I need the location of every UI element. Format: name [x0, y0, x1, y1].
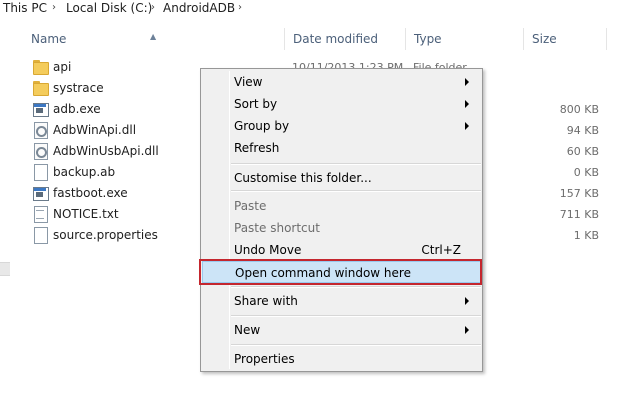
column-divider[interactable] — [606, 28, 607, 50]
menu-item-shortcut: Ctrl+Z — [421, 243, 461, 257]
menu-item-label: Undo Move — [234, 243, 302, 257]
navigation-pane-edge — [0, 16, 10, 370]
menu-item-label: Paste shortcut — [234, 221, 320, 235]
column-header-name[interactable]: Name ▲ — [22, 26, 284, 54]
menu-item-view[interactable]: View — [201, 71, 482, 93]
breadcrumb-separator-icon[interactable]: › — [238, 0, 242, 16]
menu-item-label: Group by — [234, 119, 290, 133]
file-name: systrace — [53, 81, 104, 95]
menu-item-refresh[interactable]: Refresh — [201, 137, 482, 159]
menu-item-paste[interactable]: Paste — [201, 195, 482, 217]
column-header-date-label: Date modified — [293, 32, 379, 46]
folder-icon — [32, 80, 49, 96]
file-name: backup.ab — [53, 165, 116, 179]
exe-icon — [32, 185, 49, 201]
file-size: 94 KB — [566, 124, 599, 137]
column-header-date[interactable]: Date modified — [284, 26, 405, 54]
menu-separator — [231, 344, 481, 346]
breadcrumb-separator-icon[interactable]: › — [52, 0, 56, 16]
submenu-arrow-icon — [465, 297, 469, 305]
file-name: NOTICE.txt — [53, 207, 119, 221]
submenu-arrow-icon — [465, 326, 469, 334]
breadcrumb-separator-icon[interactable]: › — [151, 0, 155, 16]
breadcrumb-local-disk[interactable]: Local Disk (C:) — [66, 0, 152, 16]
navigation-pane-scroll-thumb[interactable] — [0, 262, 10, 276]
doc-icon — [32, 164, 48, 181]
file-name: api — [53, 60, 72, 74]
menu-separator — [231, 163, 481, 165]
menu-item-sort-by[interactable]: Sort by — [201, 93, 482, 115]
menu-item-label: Customise this folder... — [234, 171, 372, 185]
dll-icon — [32, 143, 48, 160]
file-size: 0 KB — [573, 166, 599, 179]
folder-icon — [32, 59, 49, 75]
txt-icon — [32, 206, 48, 223]
file-name: fastboot.exe — [53, 186, 128, 200]
menu-item-label: Share with — [234, 294, 298, 308]
context-menu: View Sort by Group by Refresh Customise this… — [200, 68, 483, 372]
menu-item-new[interactable]: New — [201, 319, 482, 341]
address-breadcrumb: This PC › Local Disk (C:) › AndroidADB › — [0, 0, 618, 16]
menu-item-label: Refresh — [234, 141, 280, 155]
menu-item-label: View — [234, 75, 263, 89]
breadcrumb-this-pc[interactable]: This PC — [3, 0, 47, 16]
highlight-callout-box — [199, 259, 482, 285]
menu-item-group-by[interactable]: Group by — [201, 115, 482, 137]
file-size: 157 KB — [559, 187, 599, 200]
column-header-type-label: Type — [414, 32, 442, 46]
column-header-row: Name ▲ Date modified Type Size — [22, 26, 612, 54]
menu-item-paste-shortcut[interactable]: Paste shortcut — [201, 217, 482, 239]
menu-item-label: Properties — [234, 352, 295, 366]
menu-separator — [231, 315, 481, 317]
dll-icon — [32, 122, 48, 139]
submenu-arrow-icon — [465, 122, 469, 130]
file-name: source.properties — [53, 228, 158, 242]
menu-separator — [231, 190, 481, 192]
menu-item-customise-folder[interactable]: Customise this folder... — [201, 167, 482, 189]
menu-item-undo-move[interactable]: Undo Move Ctrl+Z — [201, 239, 482, 261]
doc-icon — [32, 227, 48, 244]
menu-item-label: New — [234, 323, 261, 337]
file-name: AdbWinUsbApi.dll — [53, 144, 159, 158]
file-size: 711 KB — [559, 208, 599, 221]
menu-item-label: Paste — [234, 199, 267, 213]
column-header-type[interactable]: Type — [405, 26, 523, 54]
submenu-arrow-icon — [465, 78, 469, 86]
column-header-size[interactable]: Size — [523, 26, 607, 54]
file-name: AdbWinApi.dll — [53, 123, 137, 137]
exe-icon — [32, 101, 49, 117]
menu-item-share-with[interactable]: Share with — [201, 290, 482, 312]
file-size: 1 KB — [573, 229, 599, 242]
file-name: adb.exe — [53, 102, 101, 116]
submenu-arrow-icon — [465, 100, 469, 108]
breadcrumb-androidadb[interactable]: AndroidADB — [163, 0, 235, 16]
file-size: 60 KB — [566, 145, 599, 158]
menu-separator — [231, 286, 481, 288]
column-header-name-label: Name — [31, 32, 67, 46]
sort-ascending-icon: ▲ — [150, 32, 157, 41]
menu-item-label: Sort by — [234, 97, 278, 111]
column-header-size-label: Size — [532, 32, 557, 46]
menu-item-properties[interactable]: Properties — [201, 348, 482, 370]
file-size: 800 KB — [559, 103, 599, 116]
